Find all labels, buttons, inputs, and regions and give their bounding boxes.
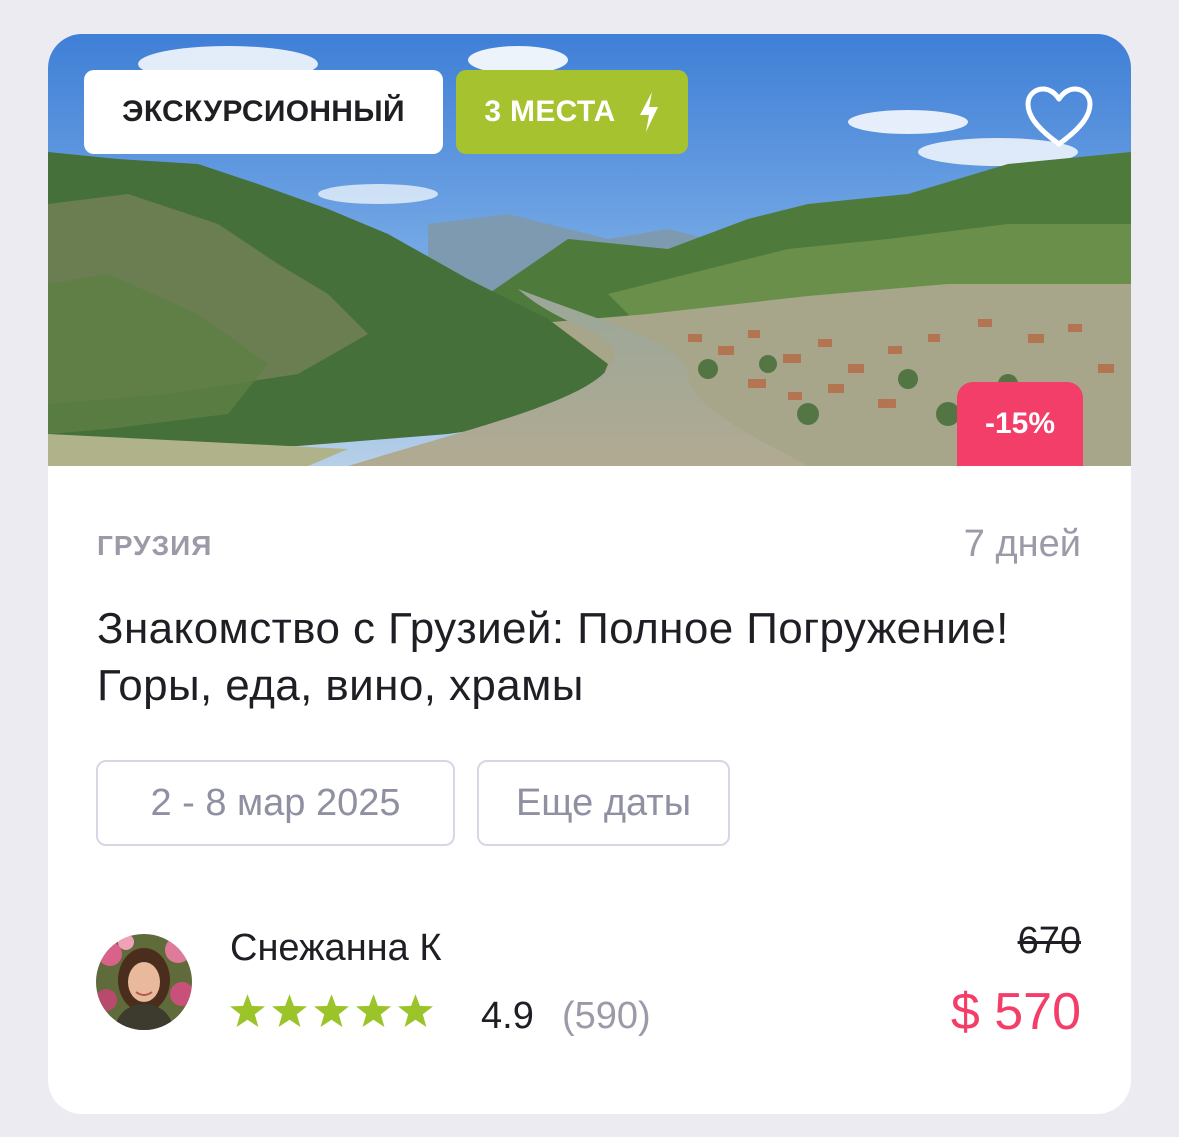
tour-duration: 7 дней	[963, 523, 1081, 565]
tour-type-label: ЭКСКУРСИОННЫЙ	[122, 95, 405, 128]
guide-name[interactable]: Снежанна К	[230, 927, 442, 970]
star-icon	[356, 994, 391, 1028]
guide-avatar-image	[96, 934, 192, 1030]
tour-photo[interactable]: ЭКСКУРСИОННЫЙ 3 МЕСТА -15%	[48, 34, 1131, 466]
more-dates-label: Еще даты	[515, 781, 692, 824]
dates-chip-label: 2 - 8 мар 2025	[150, 781, 401, 824]
current-price: $ 570	[950, 983, 1081, 1041]
tour-country: ГРУЗИЯ	[97, 530, 213, 561]
reviews-count: (590)	[562, 995, 651, 1037]
seats-left-tag: 3 МЕСТА	[456, 70, 688, 154]
seats-left-label: 3 МЕСТА	[484, 95, 616, 128]
dates-chip[interactable]: 2 - 8 мар 2025	[96, 760, 455, 846]
star-icon	[230, 994, 265, 1028]
star-icon	[314, 994, 349, 1028]
old-price: 670	[1017, 920, 1081, 962]
star-icon	[398, 994, 433, 1028]
star-icon	[272, 994, 307, 1028]
discount-label: -15%	[984, 407, 1056, 440]
lightning-icon	[639, 92, 658, 132]
more-dates-button[interactable]: Еще даты	[477, 760, 730, 846]
discount-badge: -15%	[957, 382, 1083, 466]
avatar[interactable]	[96, 934, 192, 1030]
rating-stars	[230, 994, 433, 1028]
tour-card[interactable]: ЭКСКУРСИОННЫЙ 3 МЕСТА -15% ГРУЗИЯ 7 дней…	[48, 34, 1131, 1114]
heart-icon[interactable]	[1024, 86, 1094, 150]
tour-type-tag: ЭКСКУРСИОННЫЙ	[84, 70, 443, 154]
tour-title[interactable]: Знакомство с Грузией: Полное Погружение!…	[97, 600, 1077, 714]
rating-value: 4.9	[481, 995, 534, 1037]
